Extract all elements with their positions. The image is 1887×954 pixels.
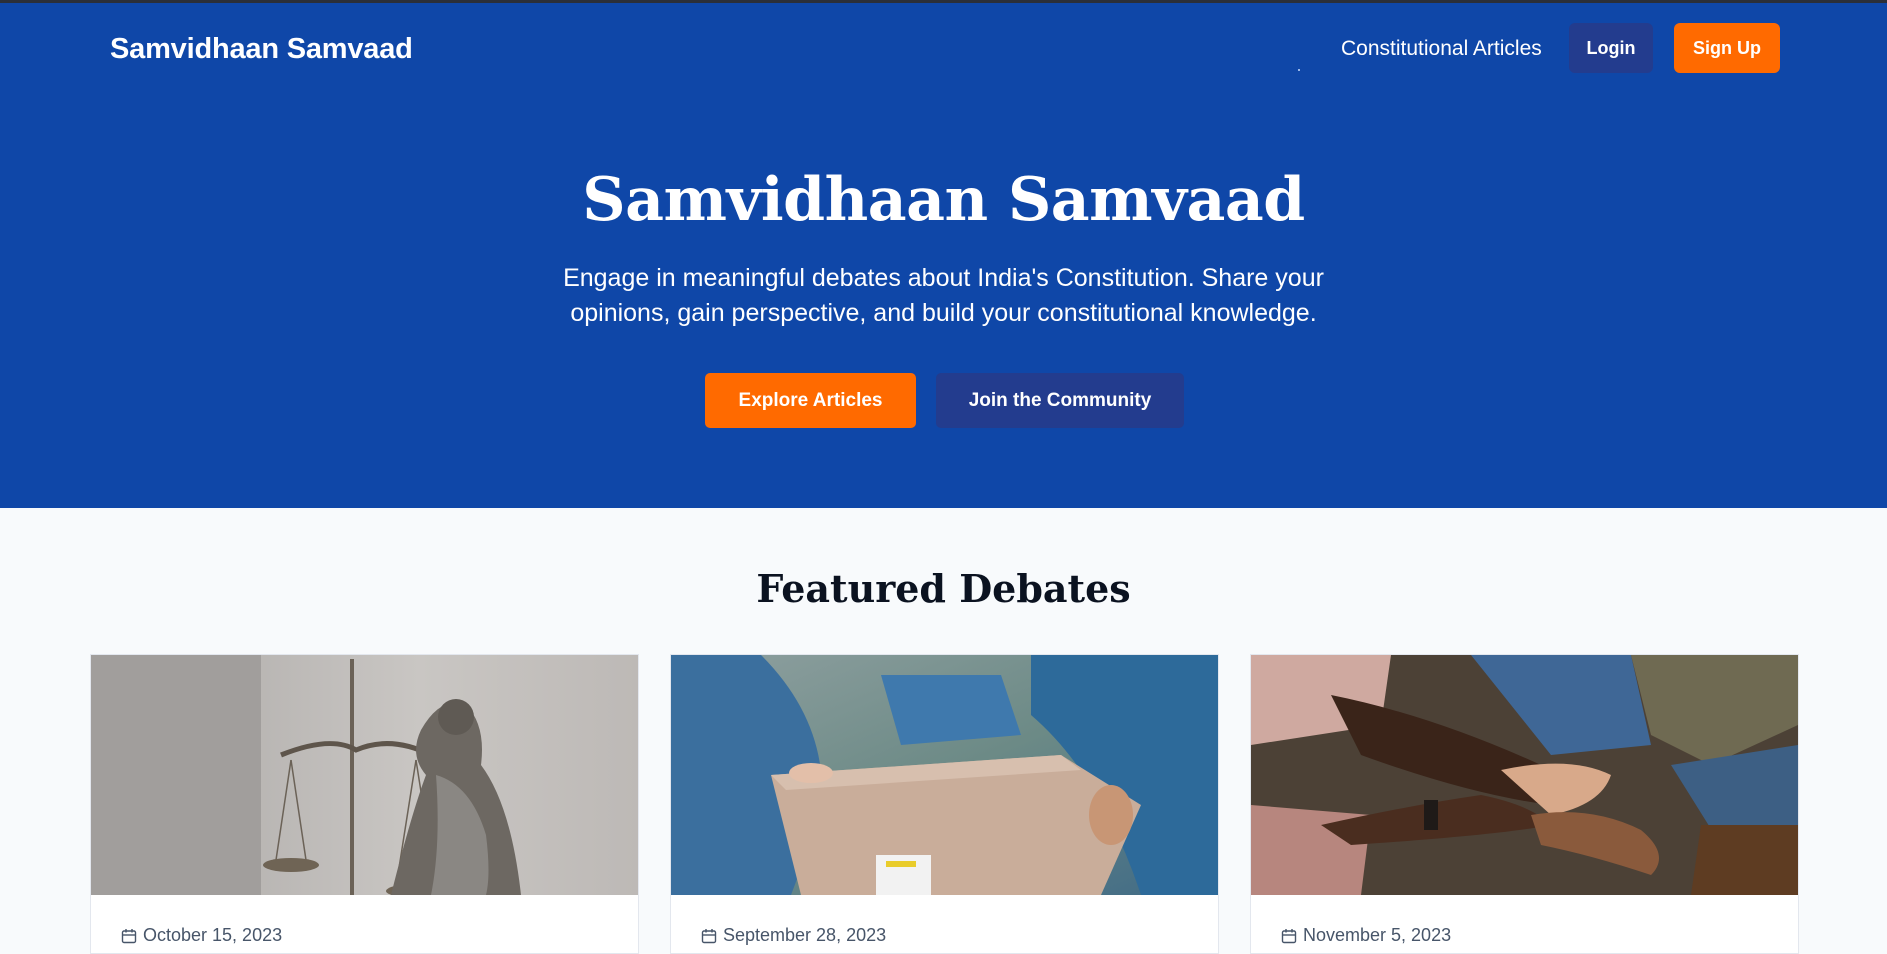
featured-debates-title: Featured Debates: [756, 566, 1131, 611]
join-community-button[interactable]: Join the Community: [936, 373, 1184, 428]
debate-card[interactable]: September 28, 2023: [670, 654, 1219, 954]
card-date: November 5, 2023: [1281, 925, 1451, 946]
card-image-lady-justice[interactable]: [91, 655, 638, 895]
nav-divider-dot: [1298, 69, 1300, 71]
brand-logo[interactable]: Samvidhaan Samvaad: [110, 33, 413, 66]
calendar-icon: [121, 928, 137, 943]
hero-subtitle: Engage in meaningful debates about India…: [563, 264, 1324, 327]
card-date: September 28, 2023: [701, 925, 886, 946]
card-date: October 15, 2023: [121, 925, 282, 946]
card-date-text: October 15, 2023: [143, 925, 283, 945]
card-image-hands-stack[interactable]: [1251, 655, 1798, 895]
card-image-box-handoff[interactable]: [671, 655, 1218, 895]
signup-button[interactable]: Sign Up: [1674, 23, 1780, 73]
debate-card[interactable]: October 15, 2023: [90, 654, 639, 954]
hero-section: Samvidhaan Samvaad Engage in meaningful …: [0, 95, 1887, 508]
calendar-icon: [1281, 928, 1297, 943]
explore-articles-button[interactable]: Explore Articles: [705, 373, 916, 428]
card-date-text: September 28, 2023: [723, 925, 887, 945]
navbar: Samvidhaan Samvaad Constitutional Articl…: [0, 3, 1887, 95]
calendar-icon: [701, 928, 717, 943]
card-date-text: November 5, 2023: [1303, 925, 1452, 945]
hero-title: Samvidhaan Samvaad: [582, 165, 1305, 235]
debate-card[interactable]: November 5, 2023: [1250, 654, 1799, 954]
login-button[interactable]: Login: [1569, 23, 1653, 73]
nav-link-constitutional-articles[interactable]: Constitutional Articles: [1341, 37, 1542, 61]
